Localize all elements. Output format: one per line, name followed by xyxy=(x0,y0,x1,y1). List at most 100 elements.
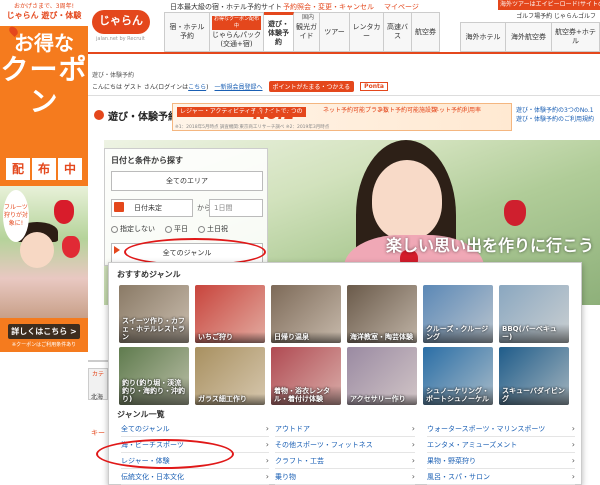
genre-tile-label: 日帰り温泉 xyxy=(271,332,341,343)
divider xyxy=(275,436,415,437)
genre-tile-label: アクセサリー作り xyxy=(347,394,417,405)
nav-rentacar[interactable]: レンタカー xyxy=(350,12,384,52)
tag-char: 布 xyxy=(32,158,56,180)
days-select[interactable]: 1日間 xyxy=(209,199,263,217)
genre-list-label: 果物・野菜狩り xyxy=(427,457,476,465)
genre-tile[interactable]: 海洋教室・陶芸体験 xyxy=(347,285,417,343)
genre-tile[interactable]: スキューバダイビング xyxy=(499,347,569,405)
nav-overseas-air[interactable]: 海外航空券 xyxy=(506,22,552,52)
no1-link[interactable]: 遊び・体験予約の3つのNo.1 xyxy=(516,106,594,115)
nav-domestic-label: 国内 xyxy=(302,14,315,21)
genre-tile[interactable]: スイーツ作り・カフェ・ホテルレストラン xyxy=(119,285,189,343)
overseas-tour-strip[interactable]: 海外ツアーはエイビーロード!サイトのお問合わせ xyxy=(498,0,600,10)
coupon-ad-banner[interactable]: おかげさまで、3周年! じゃらん 遊び・体験 お得な クーポン 配 布 中 フル… xyxy=(0,0,88,352)
terms-link[interactable]: 遊び・体験予約のご利用規約 xyxy=(516,115,594,124)
divider xyxy=(275,468,415,469)
nav-tour[interactable]: ツアー xyxy=(320,12,350,52)
area-select[interactable]: 全てのエリア xyxy=(111,171,263,191)
radio-any[interactable]: 指定しない xyxy=(111,224,155,234)
genre-list-title: ジャンル一覧 xyxy=(117,410,165,419)
radio-weekday[interactable]: 平日 xyxy=(165,224,188,234)
hero-catchphrase: 楽しい思い出を作りに行こう xyxy=(386,236,595,255)
genre-tile[interactable]: アクセサリー作り xyxy=(347,347,417,405)
greeting-text: こんにちは ゲスト さん(ログインはこちら) xyxy=(92,82,209,91)
genre-tile-label: シュノーケリング・ボートシュノーケル xyxy=(423,386,493,405)
banner-child-face xyxy=(20,232,54,268)
genre-list-label: 伝統文化・日本文化 xyxy=(121,473,184,481)
genre-tile-label: クルーズ・クルージング xyxy=(423,324,493,343)
region-partial[interactable]: 北海 xyxy=(88,392,108,406)
banner-side-badge: フルーツ狩りが対象に! xyxy=(3,190,29,242)
nav-overseas-airhotel[interactable]: 航空券+ホテル xyxy=(552,22,600,52)
annotation-circle xyxy=(96,439,234,469)
nav-activities[interactable]: 遊び・体験予約 xyxy=(264,12,294,52)
no1-footnote: ※1：2018年5月時点 調査機関:東京商工リサーチ調べ ※2：2019年3月時… xyxy=(175,125,330,130)
no1-banner[interactable]: レジャー・アクティビティ予約サイトで3つの No.1 ネット予約可能プラン数 ネ… xyxy=(172,103,512,131)
radio-weekend[interactable]: 土日祝 xyxy=(198,224,228,234)
banner-details-button[interactable]: 詳しくはこちら > xyxy=(8,324,80,339)
genre-tile[interactable]: シュノーケリング・ボートシュノーケル xyxy=(423,347,493,405)
strawberry-icon xyxy=(504,200,526,226)
nav-hotel[interactable]: 宿・ホテル予約 xyxy=(164,12,210,52)
nav-label: 海外ホテル xyxy=(465,32,501,41)
genre-list-label: アウトドア xyxy=(275,425,310,433)
genre-tile[interactable]: 着物・浴衣レンタル・着付け体験 xyxy=(271,347,341,405)
nav-overseas-hotel[interactable]: 海外ホテル xyxy=(460,22,506,52)
golf-link[interactable]: ゴルフ場予約 じゃらんゴルフ xyxy=(460,12,600,22)
genre-tile[interactable]: 釣り(釣り堀・渓流釣り・海釣り・沖釣り) xyxy=(119,347,189,405)
ponta-logo: Ponta xyxy=(360,82,388,91)
genre-tile[interactable]: いちご狩り xyxy=(195,285,265,343)
recommended-genres-title: おすすめジャンル xyxy=(117,270,181,279)
header-divider xyxy=(88,52,600,54)
chevron-right-icon: › xyxy=(265,472,269,481)
chevron-right-icon: › xyxy=(265,440,269,449)
genre-tile[interactable]: ガラス細工作り xyxy=(195,347,265,405)
genre-list-label: 乗り物 xyxy=(275,473,296,481)
nav-label: レンタカー xyxy=(352,23,381,40)
divider xyxy=(275,452,415,453)
page: おかげさまで、3周年! じゃらん 遊び・体験 お得な クーポン 配 布 中 フル… xyxy=(0,0,600,485)
chevron-right-icon: › xyxy=(571,472,575,481)
header-top-links: 予約照会・変更・キャンセル マイページ xyxy=(283,2,419,12)
chevron-right-icon: › xyxy=(571,440,575,449)
keyword-partial: キー xyxy=(91,429,105,437)
genre-list-item[interactable]: 乗り物 › xyxy=(275,471,415,483)
nav-jalan-pack[interactable]: お得なクーポン配布中 じゃらんパック(交通+宿) xyxy=(210,12,264,52)
reservation-lookup-link[interactable]: 予約照会・変更・キャンセル xyxy=(283,2,374,12)
genre-list-item[interactable]: 伝統文化・日本文化 › xyxy=(121,471,269,483)
chevron-right-icon: › xyxy=(411,456,415,465)
jalan-logo[interactable]: じゃらん xyxy=(92,10,150,34)
breadcrumb[interactable]: 遊び・体験予約 xyxy=(92,70,134,79)
mypage-link[interactable]: マイページ xyxy=(384,2,419,12)
genre-list-item[interactable]: アウトドア › xyxy=(275,423,415,435)
chevron-right-icon: › xyxy=(571,424,575,433)
genre-list-item[interactable]: ウォータースポーツ・マリンスポーツ › xyxy=(427,423,575,435)
divider xyxy=(427,436,575,437)
title-links: 遊び・体験予約の3つのNo.1 遊び・体験予約のご利用規約 xyxy=(516,106,594,124)
genre-tile-label: スキューバダイビング xyxy=(499,386,569,405)
greeting-row: こんにちは ゲスト さん(ログインはこちら) 一新規会員登録へ ポイントがたまる… xyxy=(92,81,388,92)
genre-list-label: エンタメ・アミューズメント xyxy=(427,441,518,449)
genre-tile[interactable]: クルーズ・クルージング xyxy=(423,285,493,343)
genre-tile-label: ガラス細工作り xyxy=(195,394,265,405)
genre-tile[interactable]: BBQ(バーベキュー) xyxy=(499,285,569,343)
calendar-icon xyxy=(114,202,124,212)
page-title: 遊び・体験予約 xyxy=(108,112,178,123)
points-button[interactable]: ポイントがたまる・つかえる xyxy=(268,81,355,92)
genre-list-item[interactable]: 果物・野菜狩り › xyxy=(427,455,575,467)
global-nav-overseas: ゴルフ場予約 じゃらんゴルフ 海外ホテル 海外航空券 航空券+ホテル xyxy=(460,12,600,52)
genre-list-item[interactable]: その他スポーツ・フィットネス › xyxy=(275,439,415,451)
nav-airticket[interactable]: 航空券 xyxy=(412,12,440,52)
nav-highway-bus[interactable]: 高速バス xyxy=(384,12,412,52)
no1-facilities: ネット予約可能施設数 xyxy=(377,107,438,114)
tag-char: 配 xyxy=(6,158,30,180)
genre-list-item[interactable]: エンタメ・アミューズメント › xyxy=(427,439,575,451)
register-link[interactable]: 一新規会員登録へ xyxy=(215,82,263,91)
genre-list-item[interactable]: クラフト・工芸 › xyxy=(275,455,415,467)
genre-tile[interactable]: 日帰り温泉 xyxy=(271,285,341,343)
genre-list-item[interactable]: 全てのジャンル › xyxy=(121,423,269,435)
genre-list-item[interactable]: 風呂・スパ・サロン › xyxy=(427,471,575,483)
tag-char: 中 xyxy=(58,158,82,180)
login-link[interactable]: こちら xyxy=(188,84,206,91)
chevron-right-icon: › xyxy=(411,424,415,433)
